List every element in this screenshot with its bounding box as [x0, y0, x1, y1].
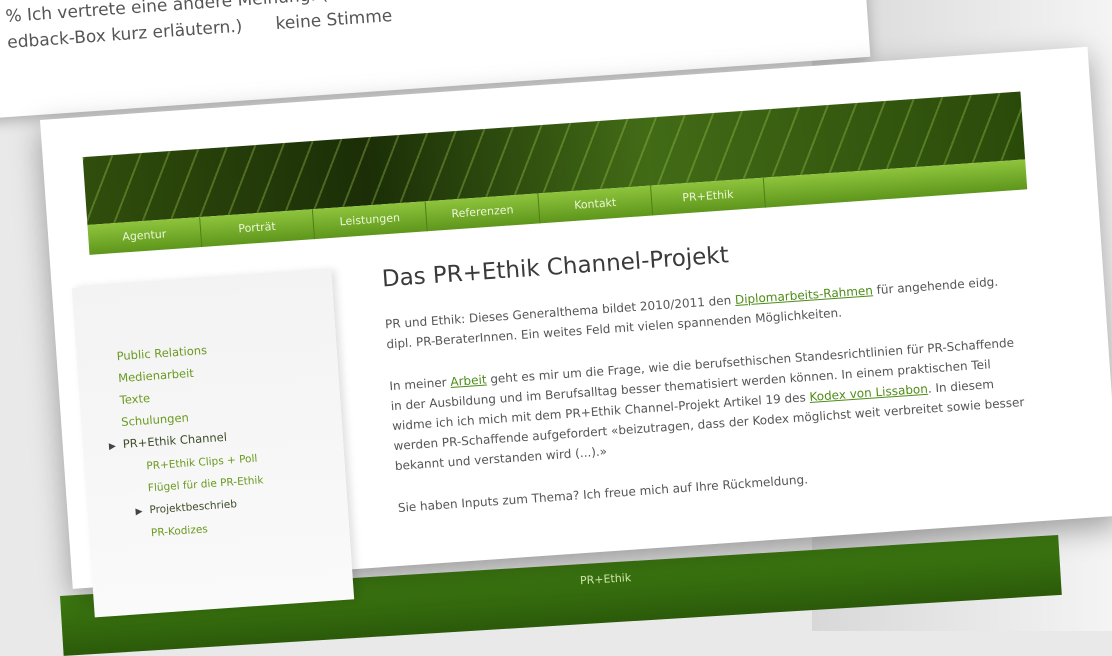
diplomarbeit-link[interactable]: Diplomarbeits-Rahmen — [734, 283, 873, 307]
kodex-link[interactable]: Kodex von Lissabon — [809, 382, 928, 404]
sidebar-menu: Public Relations Medienarbeit Texte Schu… — [109, 336, 267, 546]
nav-leistungen[interactable]: Leistungen — [312, 201, 428, 240]
nav-agentur[interactable]: Agentur — [87, 217, 203, 255]
nav-portrait[interactable]: Porträt — [200, 209, 315, 247]
nav-kontakt[interactable]: Kontakt — [538, 185, 654, 224]
website-screenshot: Agentur Porträt Leistungen Referenzen Ko… — [40, 46, 1112, 618]
expand-arrow-icon: ▶ — [135, 506, 143, 518]
body-paragraph: In meiner Arbeit geht es mir um die Frag… — [389, 332, 1034, 476]
arbeit-link[interactable]: Arbeit — [450, 373, 487, 389]
main-content: Das PR+Ethik Channel-Projekt PR und Ethi… — [381, 222, 1039, 540]
bottom-nav-tab[interactable]: PR+Ethik — [580, 571, 632, 587]
nav-pr-ethik[interactable]: PR+Ethik — [651, 177, 766, 216]
sidebar: Public Relations Medienarbeit Texte Schu… — [71, 270, 355, 618]
expand-arrow-icon: ▶ — [108, 441, 117, 452]
nav-referenzen[interactable]: Referenzen — [425, 193, 541, 232]
sidebar-item-label: Projektbeschrieb — [149, 498, 238, 517]
body-text-1: In meiner — [388, 375, 451, 394]
no-vote-option[interactable]: keine Stimme — [275, 6, 393, 34]
sidebar-item-label: PR+Ethik Channel — [122, 429, 228, 451]
